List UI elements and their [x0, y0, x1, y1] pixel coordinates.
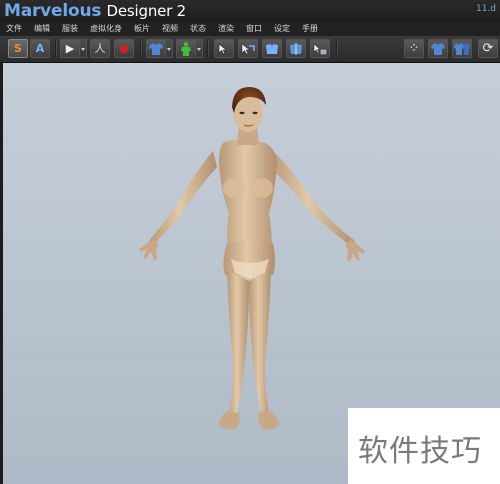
- toolbar: S A ▶ 人 ● ⁘ ⟳: [0, 36, 500, 63]
- menu-bar: 文件 编辑 服装 虚拟化身 板片 视频 状态 渲染 窗口 设定 手册: [0, 22, 500, 36]
- animation-a-icon: A: [35, 42, 45, 55]
- simulation-s-icon: S: [14, 42, 22, 55]
- garment-dropdown[interactable]: [166, 39, 173, 58]
- menu-edit[interactable]: 编辑: [34, 22, 50, 36]
- title-bar: Marvelous Designer 2 11.d: [0, 0, 500, 22]
- menu-settings[interactable]: 设定: [274, 22, 290, 36]
- record-icon: ●: [119, 42, 129, 55]
- menu-garment[interactable]: 服装: [62, 22, 78, 36]
- corner-tag: 11.d: [475, 4, 496, 14]
- animation-mode-button[interactable]: A: [30, 39, 50, 58]
- refresh-icon: ⟳: [482, 41, 494, 56]
- transform-pattern-icon: [241, 42, 255, 54]
- shirt-front-icon: [431, 42, 445, 55]
- menu-manual[interactable]: 手册: [302, 22, 318, 36]
- avatar-button[interactable]: [176, 39, 196, 58]
- menu-window[interactable]: 窗口: [246, 22, 262, 36]
- play-button[interactable]: ▶: [60, 39, 80, 58]
- toolbar-separator: [336, 40, 338, 57]
- avatar-figure-icon: [181, 41, 191, 56]
- app-title-product: Designer 2: [106, 2, 187, 20]
- dots-grid-icon: ⁘: [408, 41, 420, 56]
- fold-garment-icon: [266, 43, 278, 54]
- toolbar-separator: [55, 40, 57, 57]
- menu-avatar[interactable]: 虚拟化身: [90, 22, 122, 36]
- simulation-mode-button[interactable]: S: [8, 39, 28, 58]
- garment-back-button[interactable]: [452, 39, 472, 58]
- pin-cursor-icon: [313, 42, 327, 54]
- app-title-brand: Marvelous: [4, 1, 102, 21]
- record-button[interactable]: ●: [114, 39, 134, 58]
- walking-figure-icon: 人: [94, 42, 106, 55]
- flip-button[interactable]: [286, 39, 306, 58]
- transform-button[interactable]: [238, 39, 258, 58]
- pin-button[interactable]: [310, 39, 330, 58]
- app-title: Marvelous Designer 2: [4, 0, 186, 22]
- play-dropdown[interactable]: [80, 39, 87, 58]
- reset-button[interactable]: ⟳: [478, 39, 498, 58]
- garment-button[interactable]: [146, 39, 166, 58]
- garment-front-button[interactable]: [428, 39, 448, 58]
- watermark-text: 软件技巧: [358, 434, 482, 469]
- shirts-pair-icon: [454, 42, 470, 55]
- watermark-box: 软件技巧: [348, 408, 500, 484]
- cursor-arrow-icon: [218, 42, 228, 54]
- menu-pattern[interactable]: 板片: [134, 22, 150, 36]
- avatar-dropdown[interactable]: [196, 39, 203, 58]
- flip-garment-icon: [290, 42, 302, 55]
- select-arrow-button[interactable]: [214, 39, 234, 58]
- toolbar-separator: [140, 40, 142, 57]
- fold-button[interactable]: [262, 39, 282, 58]
- points-button[interactable]: ⁘: [404, 39, 424, 58]
- play-icon: ▶: [65, 42, 75, 55]
- toolbar-separator: [207, 40, 209, 57]
- menu-file[interactable]: 文件: [6, 22, 22, 36]
- menu-status[interactable]: 状态: [190, 22, 206, 36]
- walk-button[interactable]: 人: [90, 39, 110, 58]
- menu-video[interactable]: 视频: [162, 22, 178, 36]
- menu-render[interactable]: 渲染: [218, 22, 234, 36]
- shirt-icon: [149, 42, 163, 55]
